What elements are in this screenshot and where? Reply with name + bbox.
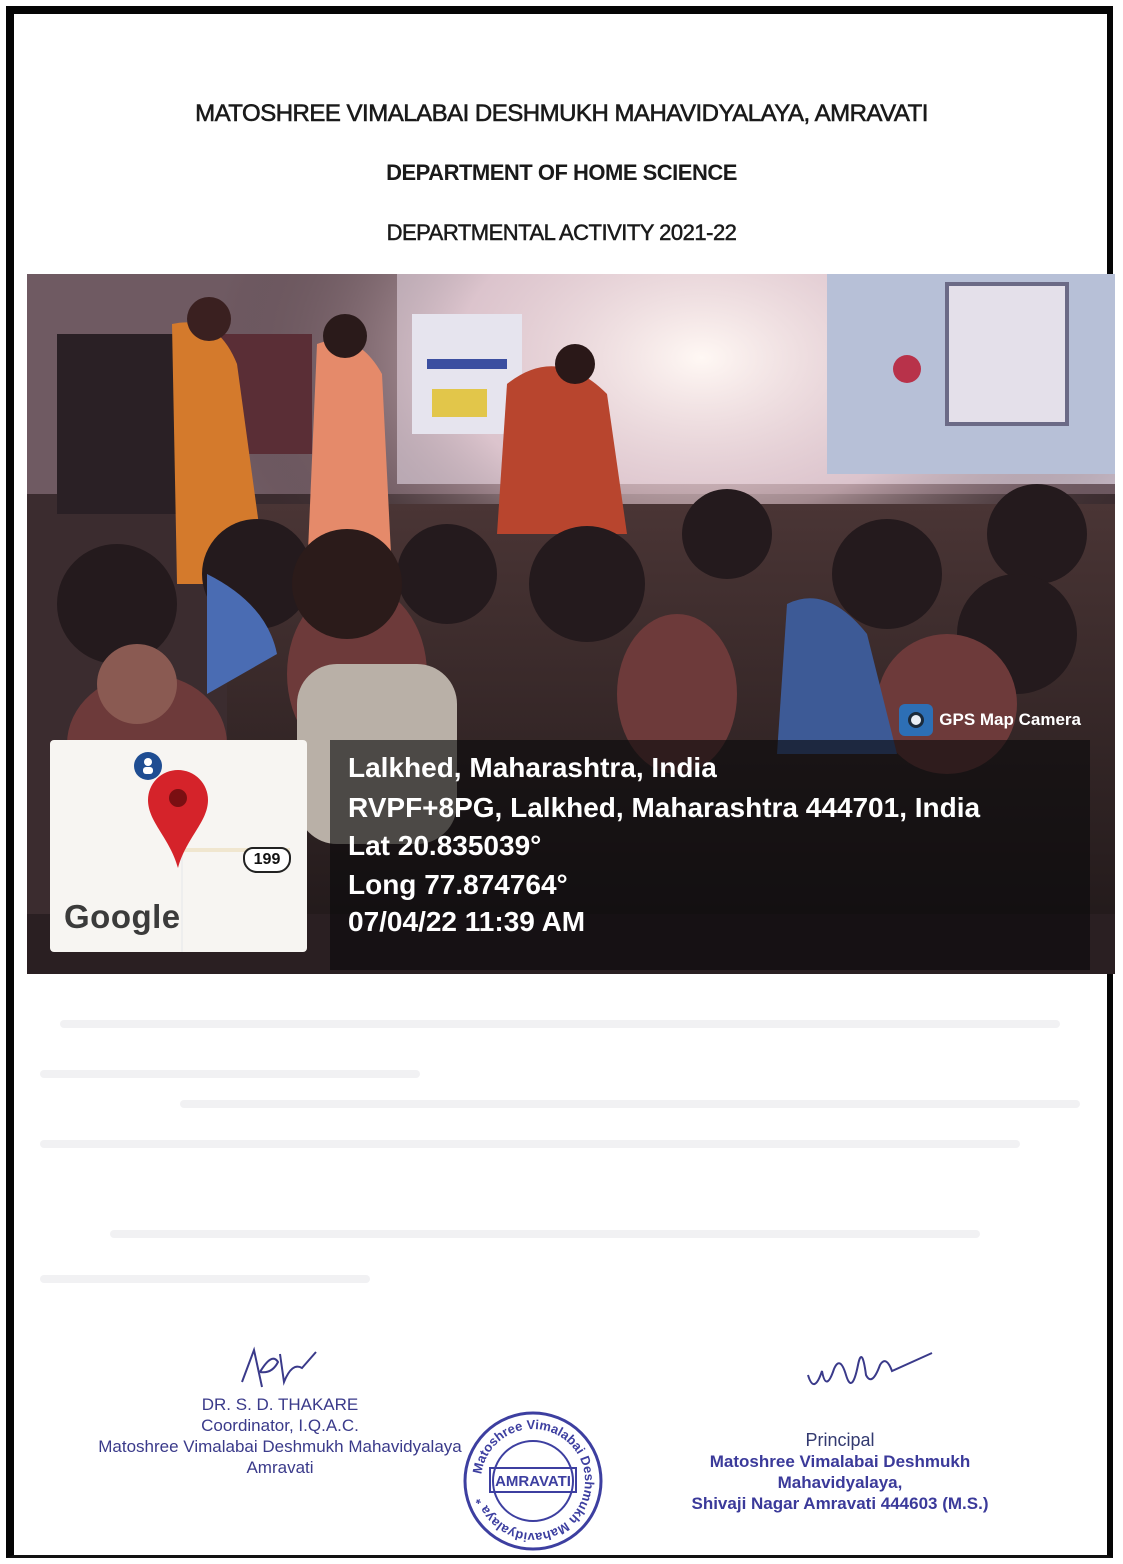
principal-role: Principal xyxy=(805,1430,875,1450)
route-shield: 199 xyxy=(243,847,291,873)
college-seal: Matoshree Vimalabai Deshmukh Mahavidyala… xyxy=(463,1411,603,1551)
faint-text-line xyxy=(40,1275,370,1283)
faint-text-line xyxy=(60,1020,1060,1028)
principal-address: Shivaji Nagar Amravati 444603 (M.S.) xyxy=(691,1494,989,1513)
gps-camera-label: GPS Map Camera xyxy=(939,710,1081,729)
faint-text-line xyxy=(40,1140,1020,1148)
department-title: DEPARTMENT OF HOME SCIENCE xyxy=(386,160,737,185)
svg-text:AMRAVATI: AMRAVATI xyxy=(495,1473,571,1490)
camera-icon xyxy=(899,704,934,736)
faint-text-line xyxy=(40,1070,420,1078)
timestamp-line: 07/04/22 11:39 AM xyxy=(348,906,586,937)
coordinator-name: DR. S. D. THAKARE xyxy=(201,1395,359,1414)
faint-text-line xyxy=(110,1230,980,1238)
faint-text-line xyxy=(180,1100,1080,1108)
latitude-line: Lat 20.835039° xyxy=(348,830,542,861)
longitude-line: Long 77.874764° xyxy=(348,869,568,900)
location-title: Lalkhed, Maharashtra, India xyxy=(348,752,717,783)
college-title: MATOSHREE VIMALABAI DESHMUKH MAHAVIDYALA… xyxy=(195,100,929,128)
activity-title: DEPARTMENTAL ACTIVITY 2021-22 xyxy=(386,220,737,246)
map-pin-icon xyxy=(148,770,208,868)
principal-block: Principal Matoshree Vimalabai Deshmukh M… xyxy=(660,1430,1020,1514)
coordinator-role: Coordinator, I.Q.A.C. xyxy=(201,1416,359,1435)
gps-camera-badge: GPS Map Camera xyxy=(899,704,1081,736)
coordinator-college: Matoshree Vimalabai Deshmukh Mahavidyala… xyxy=(98,1437,462,1456)
coordinator-block: DR. S. D. THAKARE Coordinator, I.Q.A.C. … xyxy=(90,1394,470,1478)
principal-signature xyxy=(807,1352,933,1385)
google-logo: Google xyxy=(64,898,181,935)
coordinator-city: Amravati xyxy=(246,1458,314,1477)
coordinator-signature xyxy=(241,1346,317,1388)
address-line: RVPF+8PG, Lalkhed, Maharashtra 444701, I… xyxy=(348,792,981,823)
principal-college: Matoshree Vimalabai Deshmukh Mahavidyala… xyxy=(709,1452,971,1492)
